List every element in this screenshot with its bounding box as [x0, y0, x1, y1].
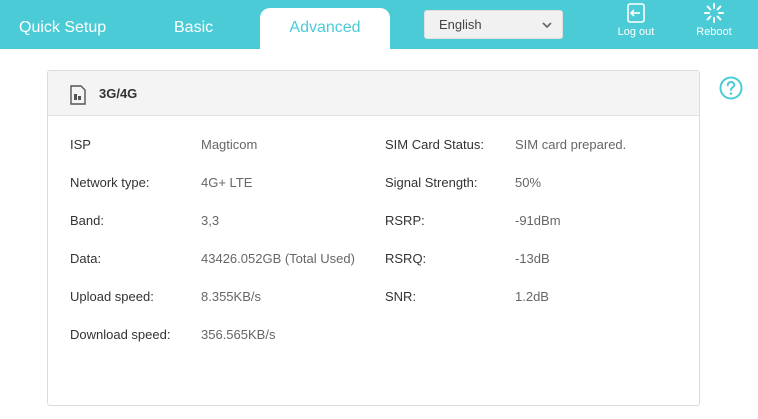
upload-speed-value: 8.355KB/s: [201, 289, 261, 304]
rsrq-value: -13dB: [515, 251, 550, 266]
sim-status-value: SIM card prepared.: [515, 137, 627, 152]
language-selected-value: English: [439, 17, 482, 32]
help-icon[interactable]: [719, 76, 743, 100]
data-value: 43426.052GB (Total Used): [201, 251, 355, 266]
language-select[interactable]: English: [424, 10, 563, 39]
snr-label: SNR:: [385, 289, 417, 304]
logout-icon: [627, 3, 645, 23]
band-label: Band:: [70, 213, 104, 228]
chevron-down-icon: [542, 22, 552, 29]
signal-strength-value: 50%: [515, 175, 542, 190]
snr-value: 1.2dB: [515, 289, 549, 304]
reboot-button[interactable]: Reboot: [684, 2, 744, 38]
isp-label: ISP: [70, 137, 91, 152]
upload-speed-label: Upload speed:: [70, 289, 154, 304]
panel-title: 3G/4G: [99, 86, 138, 101]
rsrq-label: RSRQ:: [385, 251, 427, 266]
network-type-label: Network type:: [70, 175, 150, 190]
sim-status-label: SIM Card Status:: [385, 137, 484, 152]
isp-value: Magticom: [201, 137, 258, 152]
reboot-label: Reboot: [696, 26, 732, 38]
tab-basic[interactable]: Basic: [174, 0, 213, 49]
sim-card-icon: [70, 85, 86, 105]
top-navigation-bar: Quick Setup Basic Advanced English Log o…: [0, 0, 758, 49]
panel-header: 3G/4G: [48, 71, 699, 116]
download-speed-label: Download speed:: [70, 327, 171, 342]
logout-label: Log out: [617, 26, 655, 38]
logout-button[interactable]: Log out: [606, 2, 666, 38]
download-speed-value: 356.565KB/s: [201, 327, 276, 342]
signal-strength-label: Signal Strength:: [385, 175, 478, 190]
status-panel: 3G/4G ISP Magticom Network type: 4G+ LTE…: [47, 70, 700, 406]
tab-quick-setup[interactable]: Quick Setup: [19, 0, 106, 49]
network-type-value: 4G+ LTE: [201, 175, 253, 190]
rsrp-label: RSRP:: [385, 213, 425, 228]
reboot-icon: [704, 3, 724, 23]
rsrp-value: -91dBm: [515, 213, 561, 228]
tab-advanced[interactable]: Advanced: [260, 8, 390, 49]
band-value: 3,3: [201, 213, 220, 228]
data-label: Data:: [70, 251, 102, 266]
